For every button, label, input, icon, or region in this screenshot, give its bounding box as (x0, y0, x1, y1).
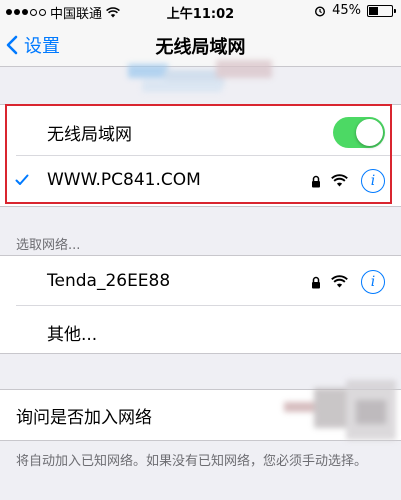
status-right: 45% (314, 3, 396, 18)
battery-fill (369, 6, 379, 15)
status-bar: 中国联通 上午11:02 45% (0, 0, 401, 22)
other-network-row[interactable]: 其他... (0, 305, 401, 357)
ask-to-join-footer: 将自动加入已知网络。如果没有已知网络，您必须手动选择。 (16, 454, 368, 469)
network-list: Tenda_26EE88 i 其他... (0, 255, 401, 354)
blurred-watermark (128, 60, 278, 96)
info-button[interactable]: i (361, 270, 385, 294)
alarm-icon (315, 5, 326, 17)
network-name: Tenda_26EE88 (47, 271, 171, 291)
lock-icon (312, 276, 320, 289)
section-header-choose-network: 选取网络... (16, 238, 81, 253)
ask-to-join-label: 询问是否加入网络 (16, 408, 152, 428)
battery-icon (367, 4, 396, 17)
other-network-label: 其他... (47, 325, 98, 345)
network-row-tenda[interactable]: Tenda_26EE88 i (0, 256, 401, 308)
highlight-box (5, 104, 392, 204)
battery-percent: 45% (332, 3, 361, 18)
page-title: 无线局域网 (155, 37, 246, 58)
wifi-signal-icon (331, 275, 348, 288)
blurred-toggle-area (284, 380, 401, 446)
